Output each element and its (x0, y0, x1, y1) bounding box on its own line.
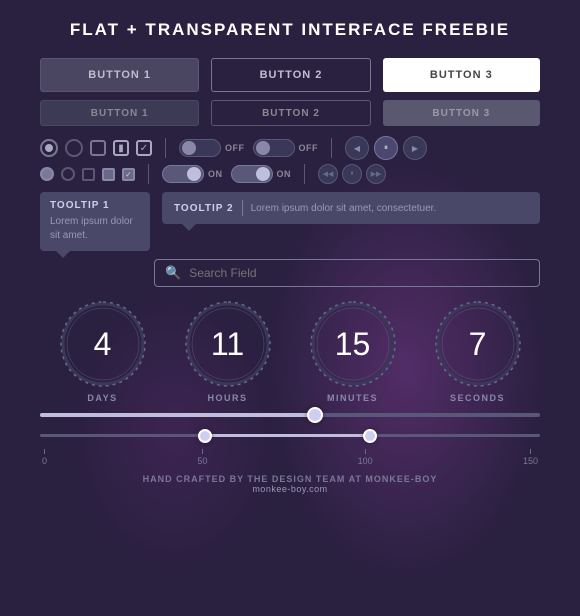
tick-label-100: 100 (358, 456, 373, 466)
tick-150: 150 (523, 449, 538, 466)
tooltip-1: TOOLTIP 1 Lorem ipsum dolor sit amet. (40, 192, 150, 251)
timer-seconds-label: SECoNds (450, 393, 505, 403)
button-3[interactable]: BUTTON 3 (383, 58, 540, 92)
divider2 (331, 138, 332, 158)
timer-hours-label: HOURS (207, 393, 247, 403)
radio-small-empty[interactable] (61, 167, 75, 181)
slider-1-track[interactable] (40, 413, 540, 417)
tooltips-section: TOOLTIP 1 Lorem ipsum dolor sit amet. TO… (40, 192, 540, 251)
buttons-row-1: BUTTON 1 BUTTON 2 BUTTON 3 (40, 58, 540, 92)
timer-seconds-value: 7 (433, 299, 523, 389)
tick-100: 100 (358, 449, 373, 466)
range-track-container (40, 425, 540, 445)
radio-small-filled[interactable] (40, 167, 54, 181)
toggle-on-label-2: ON (277, 169, 292, 179)
tooltip-1-title: TOOLTIP 1 (50, 200, 140, 211)
media-small-next[interactable]: ▶▶ (366, 164, 386, 184)
media-next[interactable]: ▶ (403, 136, 427, 160)
checkbox-checked[interactable]: ✓ (136, 140, 152, 156)
tick-label-0: 0 (42, 456, 47, 466)
range-slider-section: 0 50 100 150 (40, 425, 540, 466)
divider4 (304, 164, 305, 184)
checkbox-small-checked[interactable]: ✓ (122, 168, 135, 181)
tick-label-150: 150 (523, 456, 538, 466)
range-ticks: 0 50 100 150 (40, 449, 540, 466)
media-pause[interactable]: ⏸ (374, 136, 398, 160)
toggle-on-label-1: ON (208, 169, 223, 179)
timer-days-label: DAYS (87, 393, 117, 403)
media-prev[interactable]: ◀ (345, 136, 369, 160)
tick-mark-100 (365, 449, 366, 454)
slider-1-fill (40, 413, 315, 417)
button-small-1[interactable]: BUTTON 1 (40, 100, 199, 126)
button-2[interactable]: BUTTON 2 (211, 58, 370, 92)
timer-minutes-value: 15 (308, 299, 398, 389)
footer: HAND CRAFTED BY THE DESIGN TEAM AT MONKE… (40, 474, 540, 494)
divider (165, 138, 166, 158)
media-small-pause[interactable]: ⏸ (342, 164, 362, 184)
timer-days: 4 DAYS (58, 299, 148, 403)
slider-section-1 (40, 413, 540, 417)
tick-mark-0 (44, 449, 45, 454)
timer-hours-circle: 11 (183, 299, 273, 389)
search-container: 🔍 (154, 259, 540, 287)
toggle-label-1: OFF (225, 143, 245, 153)
search-icon: 🔍 (165, 265, 181, 281)
buttons-row-2: BUTTON 1 BUTTON 2 BUTTON 3 (40, 100, 540, 126)
toggle-label-2: OFF (299, 143, 319, 153)
page-title: FLAT + TRANSPARENT INTERFACE FREEBIE (40, 20, 540, 40)
timer-minutes: 15 MINUTES (308, 299, 398, 403)
range-track[interactable] (40, 434, 540, 437)
toggle-on-1[interactable] (162, 165, 204, 183)
tooltip-2-title: TOOLTIP 2 (174, 203, 234, 214)
toggle-on-2[interactable] (231, 165, 273, 183)
toggle-off-2[interactable] (253, 139, 295, 157)
tick-mark-150 (530, 449, 531, 454)
timer-hours: 11 HOURS (183, 299, 273, 403)
tick-label-50: 50 (197, 456, 207, 466)
media-small-prev[interactable]: ◀◀ (318, 164, 338, 184)
search-input[interactable] (189, 266, 529, 280)
timers-row: 4 DAYS 11 HOURS (40, 299, 540, 403)
checkbox-small-film[interactable] (102, 168, 115, 181)
button-small-3[interactable]: BUTTON 3 (383, 100, 540, 126)
tick-mark-50 (202, 449, 203, 454)
footer-line1: HAND CRAFTED BY THE DESIGN TEAM AT MONKE… (40, 474, 540, 484)
timer-days-circle: 4 (58, 299, 148, 389)
slider-1-row (40, 413, 540, 417)
timer-minutes-label: MINUTES (327, 393, 378, 403)
toggle-off-1[interactable] (179, 139, 221, 157)
slider-1-knob[interactable] (307, 407, 323, 423)
checkbox-film[interactable]: ▮ (113, 140, 129, 156)
divider3 (148, 164, 149, 184)
footer-link[interactable]: monkee-boy.com (40, 484, 540, 494)
timer-seconds: 7 SECoNds (433, 299, 523, 403)
button-small-2[interactable]: BUTTON 2 (211, 100, 370, 126)
timer-days-value: 4 (58, 299, 148, 389)
radio-empty[interactable] (65, 139, 83, 157)
timer-minutes-circle: 15 (308, 299, 398, 389)
range-knob-high[interactable] (363, 429, 377, 443)
timer-hours-value: 11 (183, 299, 273, 389)
tooltip-1-text: Lorem ipsum dolor sit amet. (50, 215, 140, 243)
button-1[interactable]: BUTTON 1 (40, 58, 199, 92)
timer-seconds-circle: 7 (433, 299, 523, 389)
tooltip-2-text: Lorem ipsum dolor sit amet, consectetuer… (251, 203, 437, 214)
checkbox-small-empty[interactable] (82, 168, 95, 181)
tooltip-2: TOOLTIP 2 Lorem ipsum dolor sit amet, co… (162, 192, 540, 224)
tick-0: 0 (42, 449, 47, 466)
range-fill (205, 434, 370, 437)
radio-filled[interactable] (40, 139, 58, 157)
tick-50: 50 (197, 449, 207, 466)
tooltip-divider (242, 200, 243, 216)
checkbox-empty[interactable] (90, 140, 106, 156)
range-knob-low[interactable] (198, 429, 212, 443)
